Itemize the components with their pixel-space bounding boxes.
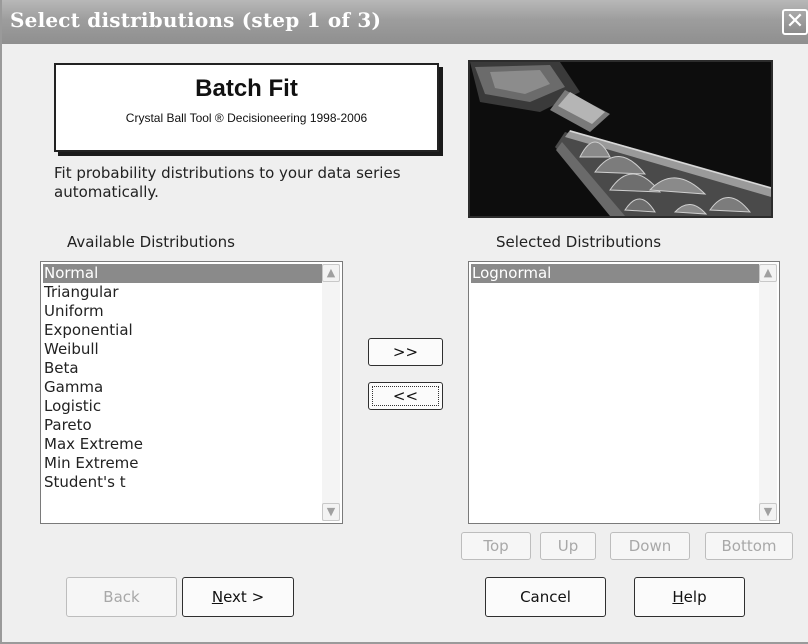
selected-distributions-label: Selected Distributions: [496, 233, 662, 251]
list-item[interactable]: Lognormal: [471, 264, 761, 283]
help-label: elp: [683, 588, 707, 606]
logo-title: Batch Fit: [195, 75, 298, 102]
move-down-button[interactable]: Down: [610, 532, 690, 560]
list-item[interactable]: Pareto: [43, 416, 324, 435]
list-item[interactable]: Triangular: [43, 283, 324, 302]
conveyor-distributions-illustration: [468, 60, 773, 218]
next-button[interactable]: Next >: [182, 577, 294, 617]
scroll-down-arrow-icon[interactable]: ▼: [759, 503, 777, 521]
list-item[interactable]: Gamma: [43, 378, 324, 397]
remove-distribution-button[interactable]: <<: [368, 382, 443, 410]
cancel-button[interactable]: Cancel: [485, 577, 606, 617]
scroll-up-arrow-icon[interactable]: ▲: [759, 264, 777, 282]
list-item[interactable]: Beta: [43, 359, 324, 378]
logo-subtitle: Crystal Ball Tool ® Decisioneering 1998-…: [125, 111, 368, 125]
back-button[interactable]: Back: [66, 577, 177, 617]
available-scrollbar[interactable]: ▲ ▼: [322, 264, 340, 521]
description-text: Fit probability distributions to your da…: [54, 164, 401, 201]
next-label: ext >: [223, 588, 265, 606]
close-icon[interactable]: ✕: [782, 9, 808, 35]
available-distributions-label: Available Distributions: [67, 233, 235, 251]
dialog-window: Select distributions (step 1 of 3) ✕ Bat…: [0, 0, 808, 644]
selected-distributions-list[interactable]: Lognormal ▲ ▼: [468, 261, 780, 524]
add-distribution-button[interactable]: >>: [368, 338, 443, 366]
scroll-down-arrow-icon[interactable]: ▼: [322, 503, 340, 521]
selected-items: Lognormal: [471, 264, 761, 283]
selected-scrollbar[interactable]: ▲ ▼: [759, 264, 777, 521]
list-item[interactable]: Normal: [43, 264, 324, 283]
window-title: Select distributions (step 1 of 3): [10, 8, 382, 32]
list-item[interactable]: Exponential: [43, 321, 324, 340]
title-bar[interactable]: Select distributions (step 1 of 3) ✕: [2, 0, 808, 44]
help-mnemonic: H: [672, 588, 684, 606]
move-top-button[interactable]: Top: [461, 532, 531, 560]
list-item[interactable]: Weibull: [43, 340, 324, 359]
list-item[interactable]: Uniform: [43, 302, 324, 321]
move-up-button[interactable]: Up: [540, 532, 596, 560]
move-bottom-button[interactable]: Bottom: [705, 532, 793, 560]
list-item[interactable]: Student's t: [43, 473, 324, 492]
batch-fit-logo: Batch Fit Crystal Ball Tool ® Decisionee…: [54, 63, 439, 152]
list-item[interactable]: Logistic: [43, 397, 324, 416]
list-item[interactable]: Min Extreme: [43, 454, 324, 473]
help-button[interactable]: Help: [634, 577, 745, 617]
available-distributions-list[interactable]: Normal Triangular Uniform Exponential Weibul…: [40, 261, 343, 524]
available-items: Normal Triangular Uniform Exponential Weibul…: [43, 264, 324, 492]
scroll-up-arrow-icon[interactable]: ▲: [322, 264, 340, 282]
list-item[interactable]: Max Extreme: [43, 435, 324, 454]
next-mnemonic: N: [211, 588, 224, 606]
